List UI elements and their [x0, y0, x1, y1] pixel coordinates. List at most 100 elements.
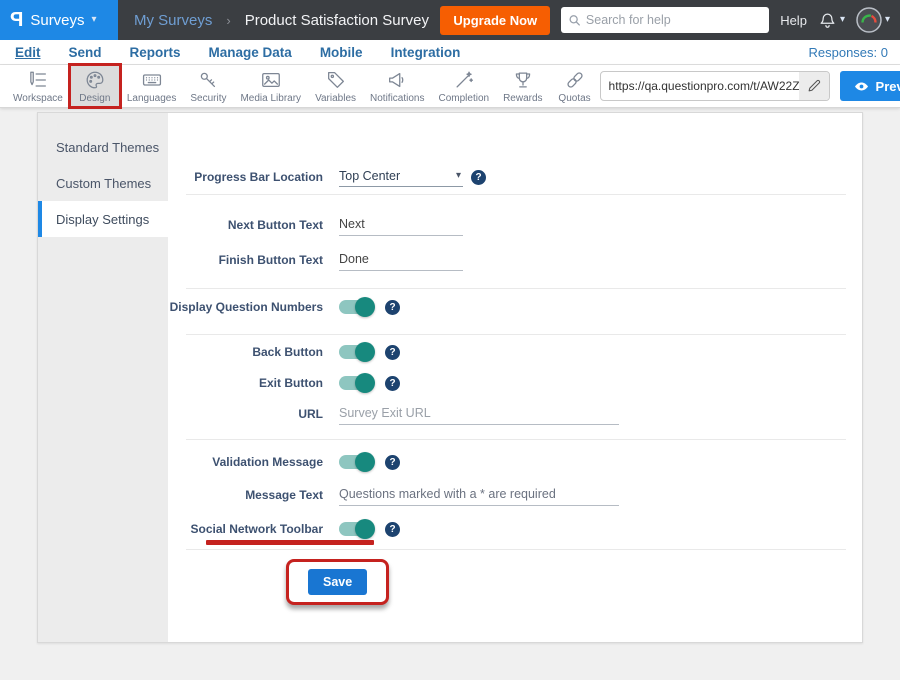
back-button-label: Back Button	[168, 345, 323, 359]
toolbar-item-media-library[interactable]: Media Library	[233, 65, 308, 107]
nav-tab-edit[interactable]: Edit	[15, 45, 41, 60]
toolbar-item-quotas[interactable]: Quotas	[550, 65, 600, 107]
social-network-toolbar-label: Social Network Toolbar	[168, 522, 323, 536]
product-menu-label: Surveys	[30, 12, 84, 29]
bell-icon	[818, 11, 837, 30]
toolbar-item-rewards[interactable]: Rewards	[496, 65, 549, 107]
divider	[186, 334, 846, 335]
message-text-label: Message Text	[168, 488, 323, 502]
sidebar-item-custom-themes[interactable]: Custom Themes	[38, 165, 168, 201]
form-row-progress-bar-location: Progress Bar Location Top Center ▾ ?	[168, 165, 862, 189]
nav-links: Edit Send Reports Manage Data Mobile Int…	[15, 45, 460, 60]
divider	[186, 549, 846, 550]
save-button[interactable]: Save	[308, 569, 367, 595]
sidebar-item-display-settings[interactable]: Display Settings	[38, 201, 168, 237]
progress-bar-location-label: Progress Bar Location	[168, 170, 323, 184]
exit-button-toggle[interactable]	[339, 376, 373, 390]
toggle-knob	[355, 373, 375, 393]
media-library-icon	[260, 70, 282, 91]
divider	[186, 439, 846, 440]
toggle-knob	[355, 297, 375, 317]
toolbar-item-workspace[interactable]: Workspace	[6, 65, 70, 107]
survey-url-text: https://qa.questionpro.com/t/AW22Zcq2J	[601, 79, 799, 93]
form-row-finish-button-text: Finish Button Text	[168, 248, 862, 272]
toolbar-item-variables[interactable]: Variables	[308, 65, 363, 107]
breadcrumb: My Surveys › Product Satisfaction Survey	[134, 12, 429, 29]
preview-label: Preview	[876, 79, 900, 94]
sidebar-item-standard-themes[interactable]: Standard Themes	[38, 129, 168, 165]
exit-url-input[interactable]	[339, 404, 619, 425]
notifications-menu[interactable]: ▾	[818, 11, 845, 30]
help-link[interactable]: Help	[780, 13, 807, 28]
eye-icon	[853, 80, 870, 93]
toolbar-item-security[interactable]: Security	[183, 65, 233, 107]
help-search-input[interactable]	[586, 13, 762, 27]
toggle-knob	[355, 342, 375, 362]
annotation-underline-social-network-toolbar	[206, 540, 374, 545]
form-row-exit-url: URL	[168, 402, 862, 426]
upgrade-now-button[interactable]: Upgrade Now	[440, 6, 550, 35]
divider	[186, 194, 846, 195]
toggle-knob	[355, 519, 375, 539]
help-icon[interactable]: ?	[385, 455, 400, 470]
validation-message-toggle[interactable]	[339, 455, 373, 469]
responses-count[interactable]: Responses: 0	[809, 45, 889, 60]
exit-url-label: URL	[168, 407, 323, 421]
edit-toolbar: Workspace Design Languages Security Medi…	[0, 65, 900, 108]
toolbar-items: Workspace Design Languages Security Medi…	[6, 65, 600, 107]
top-header: P Surveys ▾ My Surveys › Product Satisfa…	[0, 0, 900, 40]
help-icon[interactable]: ?	[385, 522, 400, 537]
help-search-box[interactable]	[561, 7, 769, 33]
languages-icon	[141, 70, 163, 91]
completion-icon	[453, 70, 475, 91]
help-icon[interactable]: ?	[471, 170, 486, 185]
account-menu[interactable]: ▾	[856, 7, 890, 33]
social-network-toolbar-toggle[interactable]	[339, 522, 373, 536]
page-title: Product Satisfaction Survey	[245, 12, 429, 29]
nav-tab-reports[interactable]: Reports	[130, 45, 181, 60]
form-row-back-button: Back Button ?	[168, 340, 862, 364]
form-row-social-network-toolbar: Social Network Toolbar ?	[168, 517, 862, 541]
divider	[186, 288, 846, 289]
security-icon	[197, 70, 219, 91]
next-button-text-label: Next Button Text	[168, 218, 323, 232]
chevron-down-icon: ▾	[840, 15, 845, 25]
surveys-product-menu[interactable]: P Surveys ▾	[0, 0, 118, 40]
progress-bar-location-select[interactable]: Top Center ▾	[339, 167, 463, 187]
questionpro-logo-icon: P	[10, 9, 23, 32]
message-text-input[interactable]	[339, 485, 619, 506]
nav-tab-send[interactable]: Send	[69, 45, 102, 60]
quotas-icon	[564, 70, 586, 91]
display-question-numbers-toggle[interactable]	[339, 300, 373, 314]
design-icon	[84, 70, 106, 91]
search-icon	[568, 13, 581, 27]
chevron-down-icon: ▾	[456, 171, 461, 181]
breadcrumb-my-surveys[interactable]: My Surveys	[134, 12, 212, 29]
preview-button[interactable]: Preview	[840, 71, 900, 101]
workspace-icon	[27, 70, 49, 91]
edit-url-icon[interactable]	[799, 72, 829, 100]
help-icon[interactable]: ?	[385, 345, 400, 360]
toggle-knob	[355, 452, 375, 472]
form-row-message-text: Message Text	[168, 483, 862, 507]
help-icon[interactable]: ?	[385, 376, 400, 391]
toolbar-item-design[interactable]: Design	[70, 65, 120, 107]
design-settings-card: Standard Themes Custom Themes Display Se…	[37, 112, 863, 643]
toolbar-item-completion[interactable]: Completion	[431, 65, 496, 107]
avatar	[856, 7, 882, 33]
survey-url-field[interactable]: https://qa.questionpro.com/t/AW22Zcq2J	[600, 71, 830, 101]
back-button-toggle[interactable]	[339, 345, 373, 359]
nav-tab-mobile[interactable]: Mobile	[320, 45, 363, 60]
design-sidebar: Standard Themes Custom Themes Display Se…	[38, 113, 168, 642]
finish-button-text-input[interactable]	[339, 250, 463, 271]
toolbar-item-languages[interactable]: Languages	[120, 65, 184, 107]
toolbar-item-notifications[interactable]: Notifications	[363, 65, 431, 107]
rewards-icon	[512, 70, 534, 91]
annotation-box-save: Save	[286, 559, 389, 605]
nav-tab-integration[interactable]: Integration	[391, 45, 461, 60]
help-icon[interactable]: ?	[385, 300, 400, 315]
toolbar-right: https://qa.questionpro.com/t/AW22Zcq2J P…	[600, 71, 900, 101]
nav-tab-manage-data[interactable]: Manage Data	[209, 45, 292, 60]
chevron-down-icon: ▾	[92, 15, 97, 25]
next-button-text-input[interactable]	[339, 215, 463, 236]
